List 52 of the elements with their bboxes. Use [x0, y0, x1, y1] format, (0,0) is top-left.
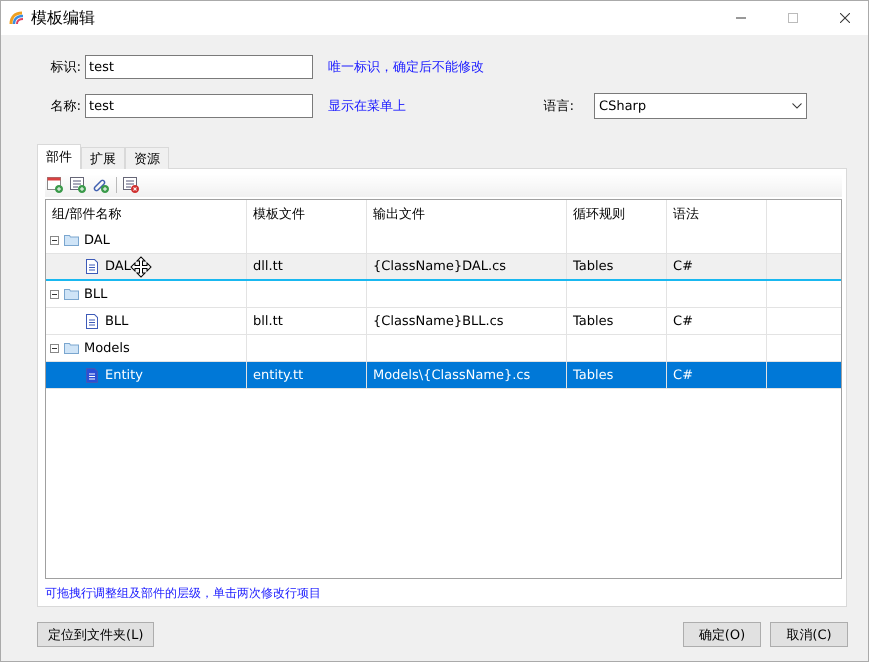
locate-folder-button[interactable]: 定位到文件夹(L)	[37, 622, 154, 647]
folder-icon	[64, 234, 79, 246]
tab[interactable]: 资源	[125, 147, 169, 169]
table-cell: Tables	[567, 254, 667, 279]
table-cell: bll.tt	[247, 308, 367, 334]
table-row[interactable]: DAL dll.tt {ClassName}DAL.cs Tables C#	[46, 254, 841, 281]
document-icon	[86, 368, 98, 382]
collapse-icon[interactable]	[50, 236, 59, 244]
table-cell: entity.tt	[247, 362, 367, 388]
table-cell: C#	[667, 254, 767, 279]
language-dropdown[interactable]: CSharp	[594, 93, 807, 119]
group-cell[interactable]: DAL	[46, 227, 247, 253]
delete-list-icon[interactable]	[123, 177, 140, 193]
table-cell: C#	[667, 362, 767, 388]
folder-icon	[64, 288, 79, 300]
document-icon	[86, 314, 98, 328]
hint-text: 可拖拽行调整组及部件的层级，单击两次修改行项目	[45, 585, 322, 602]
field-label: 名称:	[50, 98, 82, 115]
text-field[interactable]: test	[85, 94, 313, 118]
collapse-icon[interactable]	[50, 344, 59, 352]
text-field[interactable]: test	[85, 55, 313, 79]
table-cell: {ClassName}DAL.cs	[367, 254, 567, 279]
field-label: 标识:	[50, 59, 82, 76]
chevron-icon	[792, 103, 802, 109]
field-label: 语言:	[544, 98, 574, 115]
group-cell[interactable]: BLL	[46, 281, 247, 307]
table-cell: C#	[667, 308, 767, 334]
tab[interactable]: 扩展	[81, 147, 125, 169]
table-row[interactable]: Entity entity.tt Models\{ClassName}.cs Tables C#	[46, 362, 841, 389]
collapse-icon[interactable]	[50, 290, 59, 298]
group-cell[interactable]: Models	[46, 335, 247, 361]
app-logo-icon	[9, 10, 25, 26]
table-cell: {ClassName}BLL.cs	[367, 308, 567, 334]
add-link-icon[interactable]	[93, 177, 110, 193]
table-cell: dll.tt	[247, 254, 367, 279]
folder-icon	[64, 342, 79, 354]
table-cell: Entity	[46, 362, 247, 388]
table-cell: Tables	[567, 308, 667, 334]
table-cell: Models\{ClassName}.cs	[367, 362, 567, 388]
window-title: 模板编辑	[31, 8, 96, 28]
add-list-icon[interactable]	[70, 177, 87, 193]
hint-text: 显示在菜单上	[328, 98, 406, 115]
ok-button[interactable]: 确定(O)	[683, 622, 761, 647]
table-row[interactable]: BLL bll.tt {ClassName}BLL.cs Tables C#	[46, 308, 841, 335]
hint-text: 唯一标识，确定后不能修改	[328, 59, 484, 76]
tab[interactable]: 部件	[37, 144, 81, 169]
document-icon	[86, 259, 98, 274]
add-table-icon[interactable]	[47, 177, 64, 193]
cancel-button[interactable]: 取消(C)	[770, 622, 848, 647]
table-cell: Tables	[567, 362, 667, 388]
move-cursor-icon	[130, 256, 152, 278]
table-cell: BLL	[46, 308, 247, 334]
